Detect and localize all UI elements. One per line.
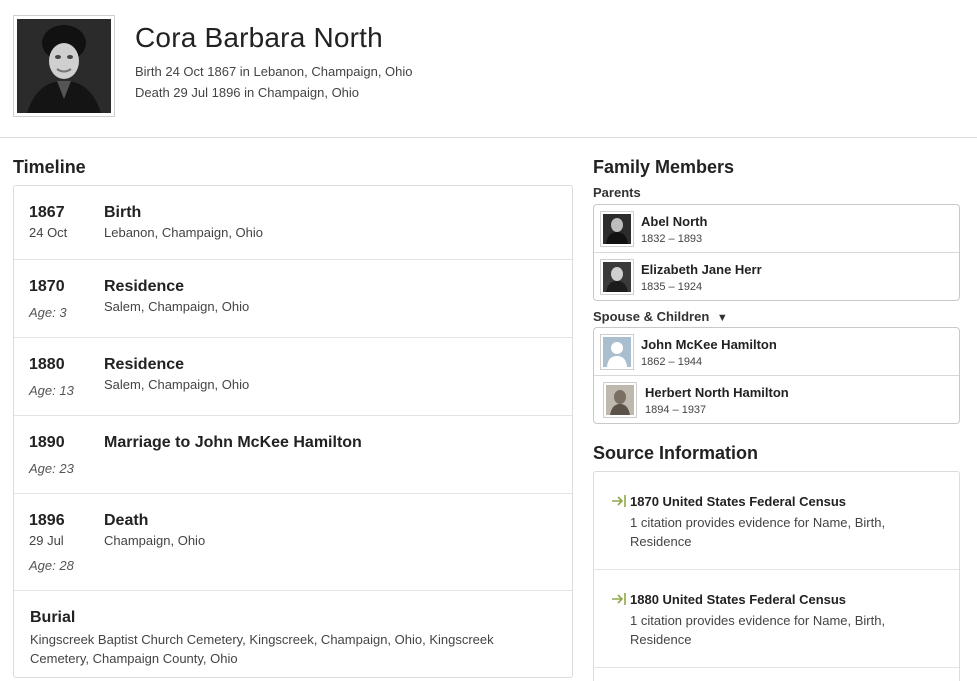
timeline-item-residence-1880[interactable]: 1880 Age: 13 Residence Salem, Champaign,…	[14, 338, 572, 416]
parents-label: Parents	[593, 185, 641, 200]
person-header: Cora Barbara North Birth 24 Oct 1867 in …	[0, 0, 977, 138]
source-description: 1 citation provides evidence for Name, B…	[630, 613, 886, 647]
profile-photo[interactable]	[13, 15, 115, 117]
source-title[interactable]: 1880 United States Federal Census	[630, 592, 846, 607]
portrait-icon	[603, 262, 631, 292]
timeline-age: Age: 13	[29, 383, 74, 398]
source-description: 1 citation provides evidence for Name, B…	[630, 515, 886, 549]
member-photo	[600, 259, 634, 295]
timeline-item-residence-1870[interactable]: 1870 Age: 3 Residence Salem, Champaign, …	[14, 260, 572, 338]
timeline-place: Salem, Champaign, Ohio	[104, 377, 250, 392]
timeline-event[interactable]: Marriage to John McKee Hamilton	[104, 434, 362, 452]
family-member-herbert-north-hamilton[interactable]: Herbert North Hamilton 1894 – 1937	[594, 376, 959, 423]
timeline-date: 29 Jul	[29, 533, 64, 548]
timeline-event[interactable]: Residence	[104, 356, 184, 374]
source-arrow-icon	[611, 494, 627, 511]
timeline-year: 1896	[29, 512, 65, 529]
source-arrow-icon	[611, 592, 627, 609]
timeline-event[interactable]: Birth	[104, 204, 141, 222]
timeline-year: 1867	[29, 204, 65, 221]
timeline-item-birth[interactable]: 1867 24 Oct Birth Lebanon, Champaign, Oh…	[14, 186, 572, 260]
source-item[interactable]: 1870 United States Federal Census 1 cita…	[594, 472, 959, 570]
source-title[interactable]: 1870 United States Federal Census	[630, 494, 846, 509]
member-dates: 1894 – 1937	[645, 404, 707, 416]
family-member-john-mckee-hamilton[interactable]: John McKee Hamilton 1862 – 1944	[594, 328, 959, 376]
timeline-heading: Timeline	[13, 157, 86, 177]
timeline-place: Champaign, Ohio	[104, 533, 206, 548]
portrait-icon	[606, 385, 634, 415]
member-name[interactable]: Herbert North Hamilton	[645, 385, 789, 400]
member-dates: 1835 – 1924	[641, 281, 703, 293]
timeline-item-marriage[interactable]: 1890 Age: 23 Marriage to John McKee Hami…	[14, 416, 572, 494]
timeline-event[interactable]: Death	[104, 512, 148, 530]
portrait-icon	[603, 214, 631, 244]
sources-heading: Source Information	[593, 443, 759, 463]
member-name[interactable]: Elizabeth Jane Herr	[641, 262, 762, 277]
burial-place: Kingscreek Baptist Church Cemetery, King…	[30, 632, 494, 666]
timeline-year: 1890	[29, 434, 65, 451]
spouse-children-list: John McKee Hamilton 1862 – 1944 Herbert …	[593, 327, 960, 424]
timeline-age: Age: 3	[29, 305, 67, 320]
family-heading: Family Members	[593, 157, 735, 177]
timeline-item-burial[interactable]: Burial Kingscreek Baptist Church Cemeter…	[14, 591, 572, 677]
member-photo	[600, 334, 634, 370]
member-dates: 1832 – 1893	[641, 233, 703, 245]
sources-list: 1870 United States Federal Census 1 cita…	[593, 471, 960, 681]
silhouette-icon	[603, 337, 631, 367]
death-summary: Death 29 Jul 1896 in Champaign, Ohio	[135, 85, 360, 100]
member-photo	[603, 382, 637, 418]
timeline-place: Lebanon, Champaign, Ohio	[104, 225, 264, 240]
timeline-list: 1867 24 Oct Birth Lebanon, Champaign, Oh…	[13, 185, 573, 678]
timeline-year: 1870	[29, 278, 65, 295]
timeline-year: 1880	[29, 356, 65, 373]
chevron-down-icon[interactable]: ▼	[717, 312, 728, 324]
member-dates: 1862 – 1944	[641, 356, 703, 368]
timeline-place: Salem, Champaign, Ohio	[104, 299, 250, 314]
spouse-children-label-text: Spouse & Children	[593, 309, 710, 324]
timeline-age: Age: 28	[29, 558, 74, 573]
portrait-icon	[17, 19, 111, 113]
person-name: Cora Barbara North	[135, 22, 383, 53]
family-member-elizabeth-jane-herr[interactable]: Elizabeth Jane Herr 1835 – 1924	[594, 253, 959, 300]
member-name[interactable]: John McKee Hamilton	[641, 337, 777, 352]
timeline-item-death[interactable]: 1896 29 Jul Age: 28 Death Champaign, Ohi…	[14, 494, 572, 591]
parents-list: Abel North 1832 – 1893 Elizabeth Jane He…	[593, 204, 960, 301]
family-member-abel-north[interactable]: Abel North 1832 – 1893	[594, 205, 959, 253]
member-name[interactable]: Abel North	[641, 214, 707, 229]
burial-title[interactable]: Burial	[30, 609, 75, 627]
spouse-children-label[interactable]: Spouse & Children ▼	[593, 309, 728, 324]
profile-photo-image	[17, 19, 111, 113]
member-photo	[600, 211, 634, 247]
source-item[interactable]: 1880 United States Federal Census 1 cita…	[594, 570, 959, 668]
timeline-age: Age: 23	[29, 461, 74, 476]
timeline-event[interactable]: Residence	[104, 278, 184, 296]
timeline-date: 24 Oct	[29, 225, 68, 240]
birth-summary: Birth 24 Oct 1867 in Lebanon, Champaign,…	[135, 64, 413, 79]
